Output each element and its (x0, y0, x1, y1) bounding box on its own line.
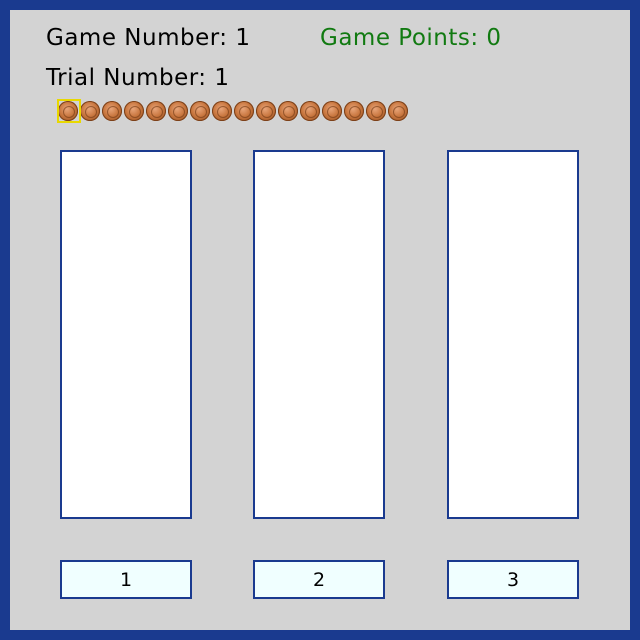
penny-coin-icon (256, 101, 276, 121)
penny-coin-icon (366, 101, 386, 121)
penny-coin-icon (146, 101, 166, 121)
game-frame: Game Number: 1 Game Points: 0 Trial Numb… (10, 10, 630, 630)
penny-coin-icon (190, 101, 210, 121)
coin-row (57, 99, 418, 123)
choice-button-1[interactable]: 1 (60, 560, 192, 599)
penny-coin-icon (388, 101, 408, 121)
choice-panel-3[interactable] (447, 150, 579, 519)
penny-coin-icon (278, 101, 298, 121)
penny-coin-icon (344, 101, 364, 121)
penny-coin-icon (102, 101, 122, 121)
choice-panel-1[interactable] (60, 150, 192, 519)
penny-coin-icon (300, 101, 320, 121)
choice-panel-2[interactable] (253, 150, 385, 519)
game-number-label: Game Number: 1 (46, 25, 251, 51)
penny-coin-icon (212, 101, 232, 121)
penny-coin-icon (234, 101, 254, 121)
trial-number-label: Trial Number: 1 (46, 65, 230, 91)
penny-coin-icon (80, 101, 100, 121)
game-points-label: Game Points: 0 (320, 25, 502, 51)
choice-button-3[interactable]: 3 (447, 560, 579, 599)
penny-coin-icon (124, 101, 144, 121)
penny-coin-icon (322, 101, 342, 121)
penny-coin-icon (168, 101, 188, 121)
penny-coin-icon (58, 101, 78, 121)
choice-button-2[interactable]: 2 (253, 560, 385, 599)
